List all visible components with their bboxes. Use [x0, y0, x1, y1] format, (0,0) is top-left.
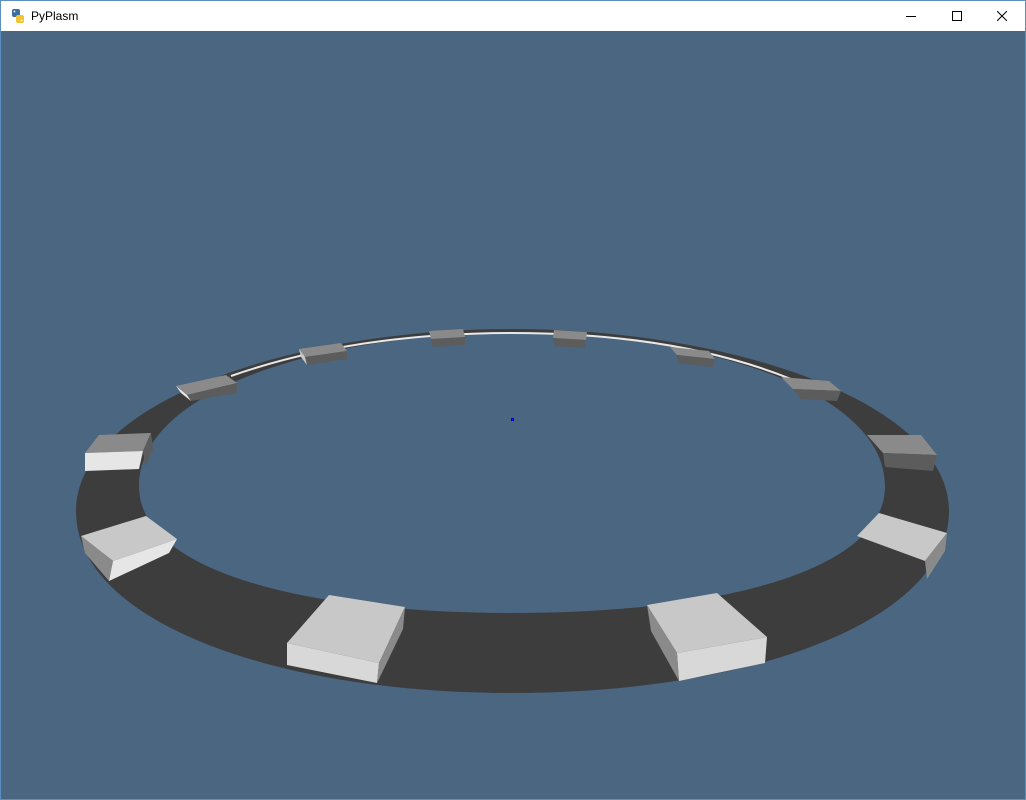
title-bar[interactable]: PyPlasm: [1, 1, 1025, 31]
ring-scene: [76, 329, 949, 693]
python-icon: [10, 8, 26, 24]
block-far-1: [429, 329, 465, 347]
close-button[interactable]: [979, 1, 1025, 31]
3d-viewport[interactable]: [1, 31, 1025, 799]
block-far-6: [781, 377, 841, 401]
axis-marker: [511, 418, 514, 421]
window-title: PyPlasm: [31, 9, 79, 23]
block-far-2: [553, 330, 587, 348]
maximize-icon: [952, 11, 962, 21]
close-icon: [997, 11, 1007, 21]
maximize-button[interactable]: [934, 1, 980, 31]
minimize-button[interactable]: [888, 1, 934, 31]
minimize-icon: [906, 16, 916, 17]
pyplasm-window: PyPlasm: [0, 0, 1026, 800]
block-far-3: [299, 343, 347, 365]
